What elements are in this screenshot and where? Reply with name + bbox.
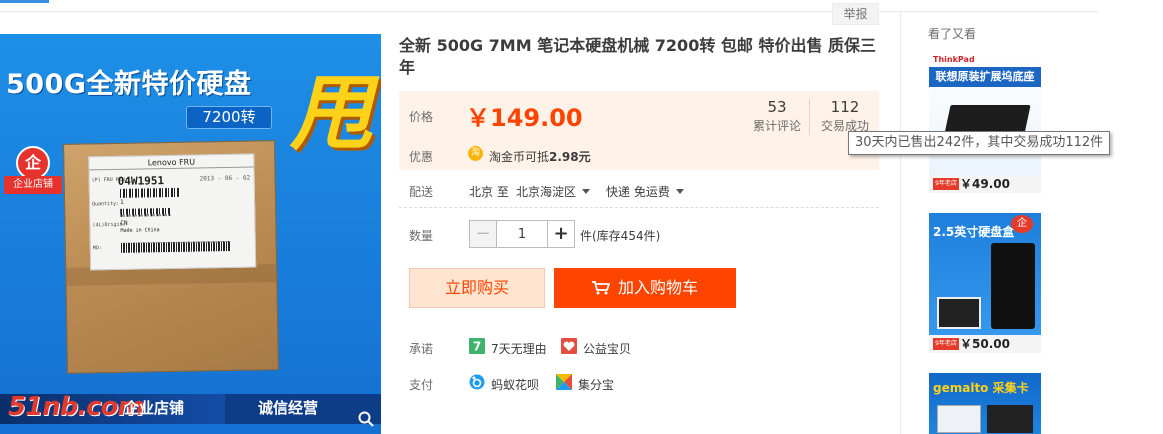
shipping-method-select[interactable]: 快递 免运费 <box>606 183 684 200</box>
product-title: 全新 500G 7MM 笔记本硬盘机械 7200转 包邮 特价出售 质保三年 <box>399 36 877 77</box>
image-banner-title: 500G全新特价硬盘 <box>6 69 252 100</box>
image-rpm-pill: 7200转 <box>186 106 272 129</box>
add-to-cart-button[interactable]: 加入购物车 <box>554 268 736 308</box>
barcode <box>120 240 231 253</box>
active-tab-indicator <box>0 0 49 3</box>
label-mo: MO: <box>92 245 102 252</box>
divider <box>399 207 879 208</box>
rec-brand: ThinkPad <box>933 55 975 64</box>
magnifier-icon[interactable] <box>357 410 375 428</box>
rec-product-photo-2 <box>987 405 1033 433</box>
recommended-item[interactable]: ThinkPad 联想原装扩展坞底座 9年老店 ￥49.00 <box>929 53 1041 193</box>
huabei-text[interactable]: 蚂蚁花呗 <box>491 376 539 393</box>
quantity-input[interactable] <box>498 221 546 247</box>
barcode <box>119 187 180 198</box>
barcode <box>120 208 171 217</box>
quantity-stepper: − + <box>469 220 575 248</box>
product-page: 举报 500G全新特价硬盘 7200转 甩 企 企业店铺 Lenovo FRU … <box>0 0 1163 434</box>
image-footer-store: 企业店铺 <box>124 399 185 417</box>
seven-day-return-glyph: 7 <box>473 340 481 354</box>
huabei-icon[interactable] <box>469 374 485 390</box>
quantity-label: 数量 <box>409 229 434 243</box>
seven-day-return-text[interactable]: 7天无理由 <box>491 340 547 357</box>
coin-discount-text: 淘金币可抵2.98元 <box>489 148 591 165</box>
rec-product-photo <box>991 243 1035 329</box>
label-header: Lenovo FRU <box>89 154 254 171</box>
price-label: 价格 <box>409 110 434 124</box>
chevron-down-icon <box>675 189 684 194</box>
add-to-cart-label: 加入购物车 <box>617 278 698 297</box>
quantity-decrease-button[interactable]: − <box>470 221 497 247</box>
sidebar-title: 看了又看 <box>928 27 977 41</box>
label-date: 2013 - 06 - 02 <box>199 174 251 183</box>
reviews-label: 累计评论 <box>752 119 801 133</box>
price-panel: 价格 ￥149.00 53 累计评论 112 交易成功 优惠 淘 淘金币可抵2.… <box>399 91 879 170</box>
reviews-stat[interactable]: 53 累计评论 <box>747 98 807 134</box>
quantity-increase-button[interactable]: + <box>547 221 574 247</box>
rec-store-tag: 9年老店 <box>933 338 959 350</box>
rec-price: ￥49.00 <box>960 177 1010 191</box>
delivery-destination: 北京海淀区 <box>516 185 577 199</box>
taobao-coin-icon: 淘 <box>468 146 483 161</box>
reviews-count: 53 <box>767 98 787 116</box>
rec-price-bar: 9年老店 ￥49.00 <box>929 175 1041 193</box>
delivery-destination-select[interactable]: 北京海淀区 <box>516 183 591 200</box>
coin-discount-label: 淘金币可抵 <box>489 150 550 164</box>
stat-divider <box>809 99 810 135</box>
rec-product-photo <box>937 405 981 433</box>
enterprise-badge-text: 企业店铺 <box>4 176 62 194</box>
charity-text[interactable]: 公益宝贝 <box>583 340 631 357</box>
buy-now-button[interactable]: 立即购买 <box>409 268 545 308</box>
recommended-item[interactable]: 2.5英寸硬盘盒 企 9年老店 ￥50.00 <box>929 213 1041 353</box>
report-link[interactable]: 举报 <box>832 3 879 25</box>
sold-stat[interactable]: 112 交易成功 <box>815 98 875 134</box>
price-value: ￥149.00 <box>466 104 583 132</box>
payment-label: 支付 <box>409 378 434 392</box>
label-origin: CN <box>120 219 128 227</box>
rec-product-photo-2 <box>937 297 981 329</box>
recommended-item[interactable]: gemalto 采集卡 <box>929 373 1041 434</box>
sold-count: 112 <box>830 98 860 116</box>
label-made-in: Made in China <box>120 227 160 234</box>
rec-badge: 企 <box>1011 215 1033 233</box>
promo-label: 优惠 <box>409 150 434 164</box>
jifenbao-icon[interactable] <box>556 374 572 390</box>
box-label: Lenovo FRU (P) FRU P/N: 04W1951 2013 - 0… <box>88 153 257 271</box>
image-promo-glyph: 甩 <box>290 67 372 162</box>
chevron-down-icon <box>582 189 591 194</box>
label-qty-label: Quantity: <box>92 200 120 208</box>
rec-headline: gemalto 采集卡 <box>933 381 1029 395</box>
top-bar <box>0 0 1098 12</box>
enterprise-store-badge: 企 企业店铺 <box>4 146 62 196</box>
label-part-number: 04W1951 <box>117 174 165 188</box>
jifenbao-text[interactable]: 集分宝 <box>578 376 614 393</box>
seven-day-return-icon[interactable]: 7 <box>469 338 485 354</box>
rec-headline: 联想原装扩展坞底座 <box>929 67 1041 87</box>
enterprise-badge-icon: 企 <box>16 146 50 180</box>
cart-icon <box>591 281 610 295</box>
promise-label: 承诺 <box>409 342 434 356</box>
delivery-label: 配送 <box>409 185 434 199</box>
coin-discount-amount: 2.98元 <box>549 150 591 164</box>
main-product-image[interactable]: 500G全新特价硬盘 7200转 甩 企 企业店铺 Lenovo FRU (P)… <box>0 34 381 434</box>
label-quantity: 1 <box>119 198 124 206</box>
sales-tooltip: 30天内已售出242件，其中交易成功112件 <box>848 131 1111 155</box>
rec-price-bar: 9年老店 ￥50.00 <box>929 335 1041 353</box>
hdd-box-photo: Lenovo FRU (P) FRU P/N: 04W1951 2013 - 0… <box>63 140 279 374</box>
rec-headline: 2.5英寸硬盘盒 <box>933 225 1015 239</box>
stock-text: 件(库存454件) <box>580 229 661 243</box>
image-footer-honest: 诚信经营 <box>258 399 319 417</box>
shipping-method: 快递 免运费 <box>606 185 670 199</box>
rec-price: ￥50.00 <box>960 337 1010 351</box>
charity-heart-icon[interactable] <box>561 338 577 354</box>
delivery-origin: 北京 至 <box>469 185 509 199</box>
rec-store-tag: 9年老店 <box>933 178 959 190</box>
